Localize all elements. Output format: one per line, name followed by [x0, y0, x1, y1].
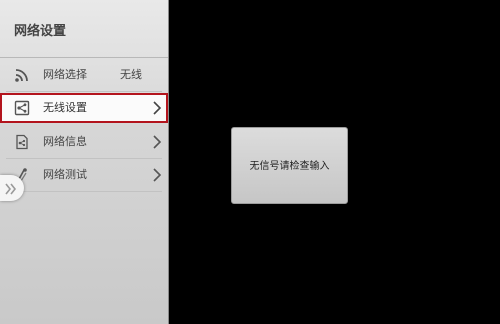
- chevron-right-icon: [152, 134, 162, 150]
- row-divider: [6, 191, 162, 192]
- dialog-message: 无信号请检查输入: [249, 161, 330, 172]
- menu-item-label: 网络信息: [43, 135, 87, 148]
- wifi-signal-icon: [14, 67, 30, 83]
- tv-screen: 网络设置 网络选择 无线 无线设置 网络信息 网络测试 无信号请检查输入: [0, 0, 500, 324]
- menu-item-network-test[interactable]: 网络测试: [0, 160, 168, 190]
- menu-item-network-selection[interactable]: 网络选择 无线: [0, 60, 168, 90]
- chevron-right-icon: [152, 100, 162, 116]
- row-divider: [6, 158, 162, 159]
- panel-title: 网络设置: [14, 24, 67, 39]
- menu-item-label: 网络测试: [43, 168, 87, 181]
- menu-item-label: 网络选择: [43, 68, 87, 81]
- wireless-settings-icon: [14, 100, 30, 116]
- network-settings-panel: 网络设置 网络选择 无线 无线设置 网络信息 网络测试: [0, 0, 169, 324]
- menu-item-label: 无线设置: [43, 101, 87, 114]
- no-signal-dialog: 无信号请检查输入: [231, 127, 348, 204]
- network-info-icon: [14, 134, 30, 150]
- row-divider: [6, 91, 162, 92]
- menu-item-wireless-settings[interactable]: 无线设置: [0, 93, 168, 123]
- title-divider: [0, 57, 168, 58]
- chevron-right-icon: [152, 167, 162, 183]
- menu-item-value: 无线: [120, 68, 142, 81]
- menu-item-network-info[interactable]: 网络信息: [0, 127, 168, 157]
- double-chevron-right-icon: [4, 181, 18, 200]
